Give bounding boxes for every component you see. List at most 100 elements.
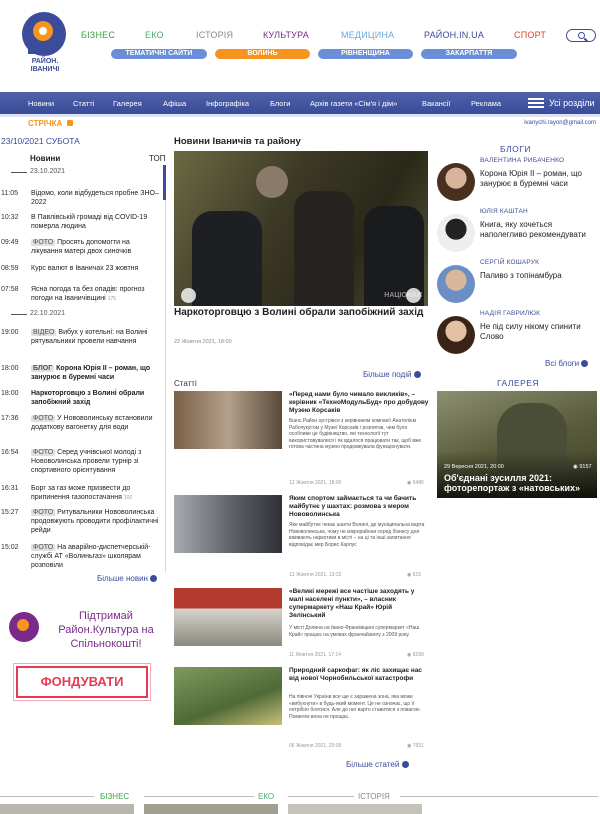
gallery-card[interactable]: 29 Вересня 2021, 20:00 ◉ 9157 Об'єднані … (437, 391, 597, 498)
tag-photo: ФОТО (31, 509, 56, 516)
gallery-date: 29 Вересня 2021, 20:00 (444, 464, 504, 470)
feed-date-separator: 22.10.2021 (10, 310, 66, 317)
topnav-medytsyna[interactable]: МЕДИЦИНА (341, 30, 394, 40)
article-date: 06 Жовтня 2021, 20:05 (289, 743, 342, 749)
section-heading: Новини Іваничів та району (174, 136, 301, 147)
view-count: 102 (123, 495, 133, 501)
article-views: ◉ 7651 (407, 743, 424, 749)
section-thumbnail[interactable] (144, 804, 278, 814)
main-nav: Новини Статті Галерея Афіша Інфографіка … (0, 92, 600, 114)
search-button[interactable] (566, 29, 596, 42)
search-icon (578, 32, 585, 39)
logo-text: РАЙОН. ІВАНИЧІ (30, 58, 60, 73)
pill-zakarpattia[interactable]: ЗАКАРПАТТЯ (421, 49, 517, 59)
section-biznes[interactable]: БІЗНЕС (100, 792, 129, 801)
tab-news[interactable]: Новини (30, 154, 60, 163)
nav-blogs[interactable]: Блоги (270, 99, 290, 108)
nav-news[interactable]: Новини (28, 99, 54, 108)
article-card[interactable]: Природний саркофаг: як ліс захищає нас в… (174, 667, 430, 751)
article-title: Яким спортом займається та чи бачить май… (289, 495, 417, 518)
nav-articles[interactable]: Статті (73, 99, 94, 108)
arrow-right-icon (150, 575, 158, 583)
feed-date-separator: 23.10.2021 (10, 168, 66, 175)
tab-top[interactable]: ТОП (149, 154, 166, 163)
gallery-count: ◉ 9157 (573, 464, 592, 470)
arrow-right-icon (581, 360, 589, 368)
feed-item[interactable]: 15:27 ФОТО Ритувальники Нововолинська про… (1, 508, 161, 536)
tag-photo: ФОТО (31, 239, 56, 246)
blog-item[interactable]: НАДІЯ ГАВРИЛЮК Не під силу нікому спинит… (437, 310, 597, 360)
menu-icon[interactable] (528, 98, 544, 108)
article-desc: Біанс.Район зустрівся з керівником компа… (289, 418, 422, 450)
feed-item[interactable]: 11:05 Відомо, коли відбудеться пробне ЗНО… (1, 189, 161, 207)
section-thumbnail[interactable] (0, 804, 134, 814)
article-date: 13 Жовтня 2021, 13:32 (289, 572, 342, 578)
feed-item[interactable]: 18:00 БЛОГ Корона Юрія ІІ – роман, що зан… (1, 364, 161, 382)
article-date: 11 Жовтня 2021, 17:14 (289, 652, 342, 658)
site-logo[interactable]: РАЙОН. ІВАНИЧІ (22, 12, 66, 74)
nav-afisha[interactable]: Афіша (163, 99, 186, 108)
blog-title: Корона Юрія ІІ – роман, що занурює в бур… (480, 169, 582, 188)
nav-vacancies[interactable]: Вакансії (422, 99, 450, 108)
pill-volyn[interactable]: ВОЛИНЬ (215, 49, 310, 59)
topnav-kultura[interactable]: КУЛЬТУРА (263, 30, 309, 40)
blog-item[interactable]: ВАЛЕНТИНА РИБАЧЕНКО Корона Юрія ІІ – ром… (437, 157, 597, 207)
article-card[interactable]: Яким спортом займається та чи бачить май… (174, 495, 430, 580)
feed-item[interactable]: 09:49 ФОТО Просять допомогти на лікування… (1, 238, 161, 256)
more-events-link[interactable]: Більше подій (363, 370, 421, 379)
kultura-logo (9, 612, 39, 642)
contact-email[interactable]: ivanychi.rayon@gmail.com (524, 120, 596, 126)
nav-archive[interactable]: Архів газети «Сім'я і дім» (310, 99, 397, 108)
topnav-rayon[interactable]: РАЙОН.IN.UA (424, 30, 484, 40)
article-image (174, 391, 282, 449)
section-istoriia[interactable]: ІСТОРІЯ (358, 792, 390, 801)
hero-watermark: НАЦІОНАЛ (384, 292, 422, 299)
topnav-biznes[interactable]: БІЗНЕС (81, 30, 115, 40)
strichka-label[interactable]: СТРІЧКА (28, 119, 62, 128)
arrow-right-icon (413, 371, 421, 379)
slider-prev-button[interactable] (181, 288, 196, 303)
feed-item[interactable]: 07:58 Ясна погода та без опадів: прогноз … (1, 285, 161, 303)
feed-item[interactable]: 15:02 ФОТО На аварійно-диспетчерській-слу… (1, 543, 161, 571)
avatar (437, 316, 475, 354)
blog-author: НАДІЯ ГАВРИЛЮК (480, 310, 541, 317)
pill-rivnenshchyna[interactable]: РІВНЕНЩИНА (318, 49, 413, 59)
nav-ads[interactable]: Реклама (471, 99, 501, 108)
blog-author: ЮЛІЯ КАШТАН (480, 208, 528, 215)
article-card[interactable]: «Перед нами було чимало викликів», – кер… (174, 391, 430, 486)
feed-item[interactable]: 18:00 Наркоторговцю з Волині обрали запоб… (1, 389, 161, 407)
article-title: «Перед нами було чимало викликів», – кер… (289, 391, 429, 414)
more-articles-link[interactable]: Більше статей (346, 760, 409, 769)
hero-figure (294, 191, 354, 306)
feed-item[interactable]: 16:54 ФОТО Серед учнівської молоді з Ново… (1, 448, 161, 476)
fund-button[interactable]: ФОНДУВАТИ (13, 663, 151, 701)
more-news-link[interactable]: Більше новин (97, 574, 158, 583)
divider (144, 796, 254, 797)
all-blogs-link[interactable]: Всі блоги (545, 359, 589, 368)
nav-all-sections[interactable]: Усі розділи (549, 98, 594, 108)
feed-scrollbar[interactable] (163, 165, 166, 200)
feed-item[interactable]: 19:00 ВІДЕО Вибух у котельні: на Волині р… (1, 328, 161, 356)
nav-infographics[interactable]: Інфографіка (206, 99, 249, 108)
blog-item[interactable]: СЕРГІЙ КОШАРУК Паливо з топінамбура (437, 259, 597, 309)
avatar (437, 265, 475, 303)
article-image (174, 588, 282, 646)
hero-figure-head (256, 166, 288, 198)
feed-item[interactable]: 10:32 В Павлівській громаді від COVID-19 … (1, 213, 161, 231)
feed-item[interactable]: 16:31 Борг за газ може призвести до припи… (1, 484, 161, 502)
hero-image[interactable]: НАЦІОНАЛ (174, 151, 428, 306)
article-card[interactable]: «Великі мережі все частіше заходять у ма… (174, 588, 430, 660)
topnav-sport[interactable]: СПОРТ (514, 30, 546, 40)
nav-gallery[interactable]: Галерея (113, 99, 142, 108)
pill-thematic-sites[interactable]: ТЕМАТИЧНІ САЙТИ (111, 49, 207, 59)
feed-item[interactable]: 17:36 ФОТО У Нововолинську встановили дод… (1, 414, 161, 442)
topnav-istoriia[interactable]: ІСТОРІЯ (196, 30, 233, 40)
topnav-eko[interactable]: ЕКО (145, 30, 164, 40)
hero-title[interactable]: Наркоторговцю з Волині обрали запобіжний… (174, 307, 428, 319)
section-eko[interactable]: ЕКО (258, 792, 274, 801)
feed-item[interactable]: 08:59 Курс валют в Іваничах 23 жовтня (1, 264, 161, 274)
divider (288, 796, 354, 797)
hero-figure (192, 211, 262, 306)
blog-item[interactable]: ЮЛІЯ КАШТАН Книга, яку хочеться наполегл… (437, 208, 597, 258)
section-thumbnail[interactable] (288, 804, 422, 814)
